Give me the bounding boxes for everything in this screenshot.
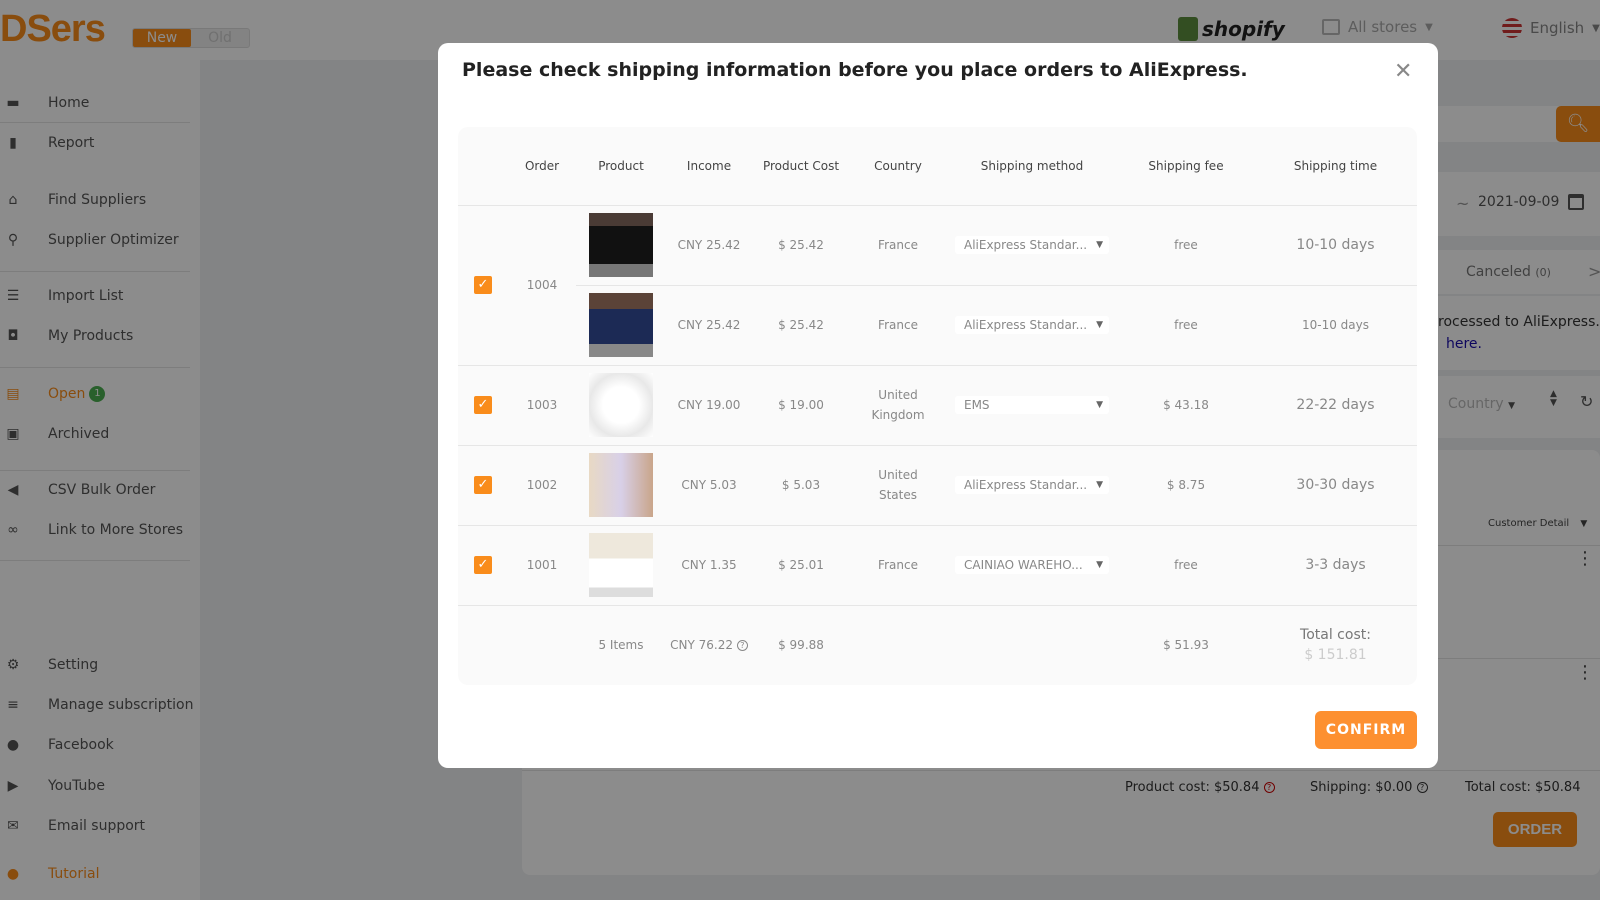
column-header: Shipping time xyxy=(1254,127,1417,206)
order-checkbox[interactable]: ✓ xyxy=(474,476,492,494)
shipping-fee-cell: $ 8.75 xyxy=(1118,445,1254,526)
country-cell: United Kingdom xyxy=(850,365,946,446)
country-cell: France xyxy=(850,205,946,286)
order-number: 1002 xyxy=(508,445,576,526)
caret-down-icon: ▼ xyxy=(1096,480,1103,490)
income-cell: CNY 25.42 xyxy=(666,205,752,286)
income-total: CNY 76.22 ? xyxy=(666,605,752,685)
order-number: 1004 xyxy=(508,205,576,366)
help-icon[interactable]: ? xyxy=(736,640,748,652)
caret-down-icon: ▼ xyxy=(1096,560,1103,570)
header-select xyxy=(458,127,508,206)
shipping-fee-cell: free xyxy=(1118,525,1254,606)
product-cost-cell: $ 5.03 xyxy=(752,445,850,526)
column-header: Order xyxy=(508,127,576,206)
table-row: CNY 25.42 $ 25.42 France AliExpress Standar… xyxy=(458,285,1417,366)
shipping-fee-cell: $ 43.18 xyxy=(1118,365,1254,446)
shipping-time-cell: 30-30 days xyxy=(1254,445,1417,526)
order-checkbox[interactable]: ✓ xyxy=(474,556,492,574)
country-cell: France xyxy=(850,525,946,606)
order-checkbox[interactable]: ✓ xyxy=(474,396,492,414)
order-checkbox[interactable]: ✓ xyxy=(474,276,492,294)
shipping-method-select[interactable]: AliExpress Standar... ▼ xyxy=(955,476,1109,494)
shipping-method-select[interactable]: AliExpress Standar... ▼ xyxy=(955,316,1109,334)
country-cell: United States xyxy=(850,445,946,526)
product-cost-cell: $ 25.01 xyxy=(752,525,850,606)
caret-down-icon: ▼ xyxy=(1096,240,1103,250)
caret-down-icon: ▼ xyxy=(1096,400,1103,410)
shipping-method-select[interactable]: EMS ▼ xyxy=(955,396,1109,414)
shipping-time-cell: 3-3 days xyxy=(1254,525,1417,606)
column-header: Income xyxy=(666,127,752,206)
column-header: Shipping fee xyxy=(1118,127,1254,206)
modal-title: Please check shipping information before… xyxy=(462,59,1248,81)
column-header: Product Cost xyxy=(752,127,850,206)
country-cell: France xyxy=(850,285,946,366)
shipping-check-modal: Please check shipping information before… xyxy=(438,43,1438,768)
product-cost-cell: $ 19.00 xyxy=(752,365,850,446)
product-thumbnail[interactable] xyxy=(589,533,653,597)
orders-table: Order Product Income Product Cost Country Shi… xyxy=(458,127,1417,685)
product-thumbnail[interactable] xyxy=(589,373,653,437)
shipping-method-select[interactable]: AliExpress Standar... ▼ xyxy=(955,236,1109,254)
column-header: Product xyxy=(576,127,666,206)
close-icon[interactable]: ✕ xyxy=(1394,59,1412,84)
table-row: ✓ 1001 CNY 1.35 $ 25.01 France CAINIAO WAREHO… xyxy=(458,525,1417,606)
caret-down-icon: ▼ xyxy=(1096,320,1103,330)
shipping-fee-cell: free xyxy=(1118,205,1254,286)
income-cell: CNY 19.00 xyxy=(666,365,752,446)
income-cell: CNY 25.42 xyxy=(666,285,752,366)
shipping-fee-total: $ 51.93 xyxy=(1163,638,1209,653)
table-row: ✓ 1002 CNY 5.03 $ 5.03 United States AliExpre… xyxy=(458,445,1417,526)
product-cost-cell: $ 25.42 xyxy=(752,285,850,366)
income-cell: CNY 1.35 xyxy=(666,525,752,606)
product-thumbnail[interactable] xyxy=(589,293,653,357)
column-header: Shipping method xyxy=(946,127,1118,206)
table-row: ✓ 1004 CNY 25.42 $ 25.42 France AliExpress St… xyxy=(458,205,1417,366)
product-thumbnail[interactable] xyxy=(589,213,653,277)
order-number: 1001 xyxy=(508,525,576,606)
column-header: Country xyxy=(850,127,946,206)
income-cell: CNY 5.03 xyxy=(666,445,752,526)
product-cost-total: $ 99.88 xyxy=(778,638,824,653)
shipping-method-select[interactable]: CAINIAO WAREHO... ▼ xyxy=(955,556,1109,574)
shipping-fee-cell: free xyxy=(1118,285,1254,366)
table-row: ✓ 1003 CNY 19.00 $ 19.00 United Kingdom EMS ▼ $… xyxy=(458,365,1417,446)
product-thumbnail[interactable] xyxy=(589,453,653,517)
table-footer-row: 5 Items CNY 76.22 ? $ 99.88 $ 51.93 Total co… xyxy=(458,605,1417,685)
shipping-time-cell: 10-10 days xyxy=(1254,285,1417,366)
items-count: 5 Items xyxy=(598,638,644,653)
shipping-time-cell: 10-10 days xyxy=(1254,205,1417,286)
confirm-button[interactable]: CONFIRM xyxy=(1315,711,1417,749)
order-number: 1003 xyxy=(508,365,576,446)
shipping-time-cell: 22-22 days xyxy=(1254,365,1417,446)
total-cost: Total cost: $ 151.81 xyxy=(1300,627,1371,664)
product-cost-cell: $ 25.42 xyxy=(752,205,850,286)
